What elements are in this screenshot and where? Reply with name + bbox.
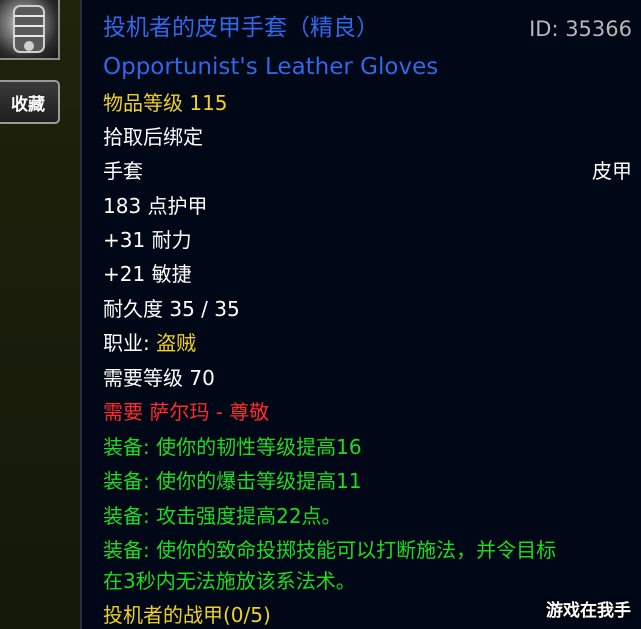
item-tooltip: 投机者的皮甲手套（精良） ID: 35366 Opportunist's Lea… (80, 0, 641, 629)
equip-effect-3: 装备: 攻击强度提高22点。 (103, 504, 342, 528)
class-requirement: 职业: 盗贼 (103, 331, 196, 355)
item-level: 物品等级 115 (103, 91, 228, 115)
watermark: 游戏在我手 (546, 601, 631, 621)
equip-effect-4-line2: 在3秒内无法施放该系法术。 (103, 569, 356, 593)
set-name: 投机者的战甲(0/5) (103, 603, 271, 627)
equip-effect-1: 装备: 使你的韧性等级提高16 (103, 435, 362, 459)
armor-type: 皮甲 (592, 159, 632, 183)
class-value: 盗贼 (156, 331, 197, 355)
left-sidebar: 收藏 (0, 0, 80, 629)
armor-value: 183 点护甲 (103, 194, 208, 218)
stat-stamina: +31 耐力 (103, 228, 192, 252)
armored-gauntlet-icon[interactable] (0, 0, 60, 60)
required-level: 需要等级 70 (103, 366, 215, 390)
item-english-name: Opportunist's Leather Gloves (103, 54, 439, 80)
item-title: 投机者的皮甲手套（精良） (103, 15, 379, 41)
durability: 耐久度 35 / 35 (103, 297, 240, 321)
slot: 手套 (103, 159, 143, 183)
equip-effect-4-line1: 装备: 使你的致命投掷技能可以打断施法，并令目标 (103, 538, 557, 562)
equip-effect-2: 装备: 使你的爆击等级提高11 (103, 469, 362, 493)
bind-type: 拾取后绑定 (103, 125, 203, 149)
reputation-requirement: 需要 萨尔玛 - 尊敬 (103, 400, 270, 424)
class-label: 职业: (103, 331, 157, 355)
stat-agility: +21 敏捷 (103, 262, 192, 286)
collect-button[interactable]: 收藏 (0, 80, 60, 124)
item-id: ID: 35366 (529, 17, 632, 41)
